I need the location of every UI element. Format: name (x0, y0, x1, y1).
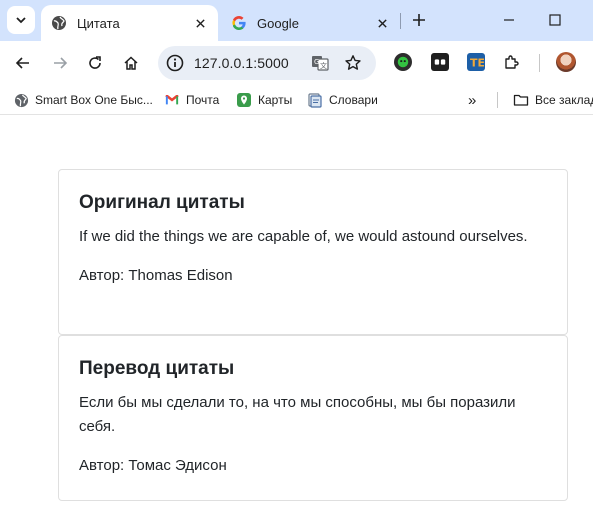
bookmark-mail[interactable]: Почта (164, 91, 219, 109)
arrow-left-icon (15, 57, 29, 69)
quote-text: Если бы мы сделали то, на что мы способн… (79, 394, 516, 435)
maximize-button[interactable] (543, 8, 567, 32)
tab-strip: Цитата Google (0, 0, 593, 41)
tab-separator (400, 13, 401, 29)
tab-search-button[interactable] (7, 6, 35, 34)
home-icon (124, 56, 138, 70)
maximize-icon (549, 14, 561, 26)
plus-icon (413, 14, 425, 26)
translate-icon[interactable]: G文 (311, 54, 329, 72)
bookmark-star-icon[interactable] (344, 54, 362, 72)
dictionary-icon (307, 92, 323, 108)
original-quote-card: Оригинал цитаты If we did the things we … (58, 169, 568, 335)
extension-mask-icon[interactable] (431, 53, 449, 71)
all-bookmarks-folder[interactable]: Все заклад (513, 91, 593, 109)
close-icon[interactable] (374, 15, 390, 31)
card-heading: Перевод цитаты (79, 358, 235, 379)
browser-toolbar: 127.0.0.1:5000 G文 TE (0, 41, 593, 85)
profile-avatar[interactable] (556, 52, 576, 72)
google-g-icon (231, 15, 247, 31)
reload-button[interactable] (83, 51, 107, 75)
svg-text:文: 文 (320, 61, 327, 70)
home-button[interactable] (119, 51, 143, 75)
bookmarks-separator (497, 92, 498, 108)
folder-icon (513, 92, 529, 108)
bookmark-label: Smart Box One Быс... (35, 93, 153, 107)
forward-button[interactable] (48, 51, 72, 75)
quote-author: Автор: Thomas Edison (79, 267, 233, 284)
extensions-puzzle-icon[interactable] (503, 53, 521, 71)
minimize-button[interactable] (497, 8, 521, 32)
minimize-icon (504, 19, 514, 21)
quote-text: If we did the things we are capable of, … (79, 228, 528, 245)
quote-author: Автор: Томас Эдисон (79, 457, 227, 474)
site-info-icon[interactable] (166, 54, 184, 72)
tab-google[interactable]: Google (222, 5, 400, 41)
arrow-right-icon (54, 57, 68, 69)
reload-icon (89, 56, 101, 69)
chevron-double-right-icon: » (468, 91, 477, 109)
bookmarks-bar: Smart Box One Быс... Почта Карты Словари… (0, 85, 593, 115)
back-button[interactable] (11, 51, 35, 75)
url-text[interactable]: 127.0.0.1:5000 (194, 55, 289, 71)
page-content: Оригинал цитаты If we did the things we … (0, 121, 593, 526)
globe-icon (51, 15, 67, 31)
bookmark-maps[interactable]: Карты (236, 91, 292, 109)
bookmark-label: Почта (186, 93, 220, 107)
extension-te-icon[interactable]: TE (467, 53, 485, 71)
bookmark-dictionaries[interactable]: Словари (307, 91, 378, 109)
maps-icon (236, 92, 252, 108)
tab-title: Google (257, 15, 299, 31)
gmail-icon (164, 92, 180, 108)
bookmark-smart-box[interactable]: Smart Box One Быс... (13, 91, 153, 109)
bookmark-label: Карты (258, 93, 293, 107)
tab-active[interactable]: Цитата (41, 5, 218, 41)
tab-title: Цитата (77, 15, 120, 31)
svg-text:TE: TE (470, 57, 484, 70)
all-bookmarks-label: Все заклад (535, 93, 593, 107)
svg-text:G: G (314, 58, 319, 66)
bookmarks-overflow-button[interactable]: » (468, 91, 476, 109)
chevron-down-icon (16, 17, 26, 24)
toolbar-divider (539, 54, 540, 72)
new-tab-button[interactable] (409, 10, 429, 30)
bookmark-label: Словари (329, 93, 378, 107)
close-icon[interactable] (192, 15, 208, 31)
card-heading: Оригинал цитаты (79, 192, 245, 213)
globe-icon (13, 92, 29, 108)
translated-quote-card: Перевод цитаты Если бы мы сделали то, на… (58, 335, 568, 501)
address-bar[interactable]: 127.0.0.1:5000 G文 (158, 46, 376, 80)
extension-green-icon[interactable] (394, 53, 412, 71)
